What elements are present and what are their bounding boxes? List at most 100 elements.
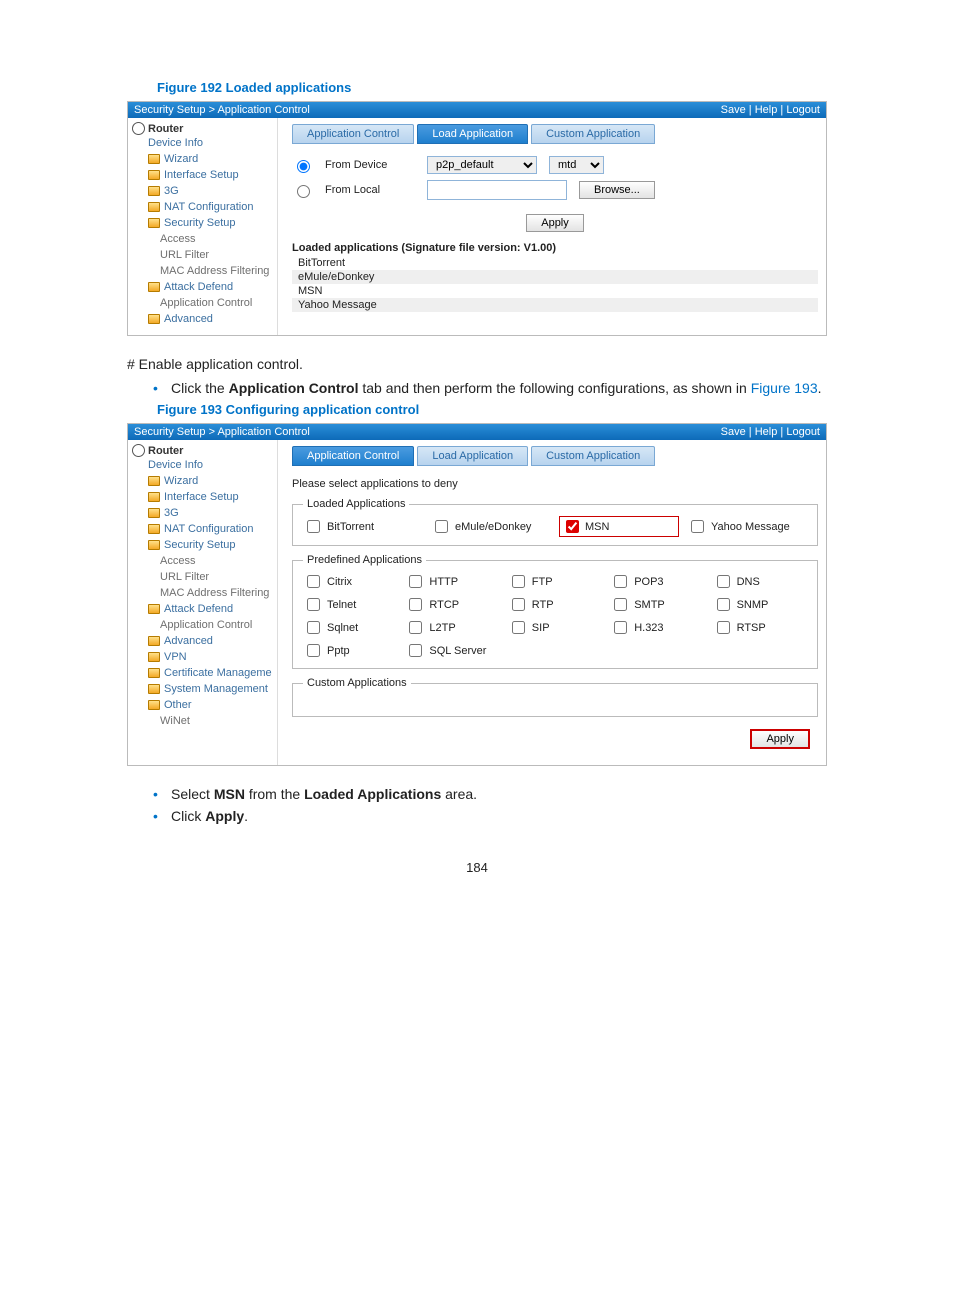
- tab-application-control[interactable]: Application Control: [292, 124, 414, 144]
- nav-label: Attack Defend: [164, 603, 233, 615]
- checkbox[interactable]: [307, 598, 320, 611]
- nav-item[interactable]: Attack Defend: [132, 279, 277, 295]
- nav-item[interactable]: NAT Configuration: [132, 521, 277, 537]
- chk-emule[interactable]: eMule/eDonkey: [431, 516, 551, 537]
- local-path-input[interactable]: [427, 180, 567, 200]
- checkbox[interactable]: [614, 598, 627, 611]
- chk-h323[interactable]: H.323: [610, 618, 704, 637]
- nav-item[interactable]: Other: [132, 697, 277, 713]
- apply-button-highlight[interactable]: Apply: [750, 729, 810, 749]
- nav-sub-item[interactable]: Application Control: [132, 617, 277, 633]
- chk-snmp[interactable]: SNMP: [713, 595, 807, 614]
- nav-item[interactable]: Security Setup: [132, 215, 277, 231]
- nav-sub-item[interactable]: URL Filter: [132, 569, 277, 585]
- nav-item[interactable]: Certificate Manageme: [132, 665, 277, 681]
- checkbox[interactable]: [409, 644, 422, 657]
- instruction-bullet: Click Apply.: [153, 808, 827, 824]
- logout-link[interactable]: Logout: [786, 426, 820, 438]
- chk-ftp[interactable]: FTP: [508, 572, 602, 591]
- nav-sub-item[interactable]: Access: [132, 553, 277, 569]
- checkbox[interactable]: [614, 621, 627, 634]
- save-link[interactable]: Save: [721, 426, 746, 438]
- tab-application-control[interactable]: Application Control: [292, 446, 414, 466]
- chk-msn-highlight[interactable]: MSN: [559, 516, 679, 537]
- checkbox[interactable]: [307, 575, 320, 588]
- chk-smtp[interactable]: SMTP: [610, 595, 704, 614]
- chk-http[interactable]: HTTP: [405, 572, 499, 591]
- checkbox[interactable]: [717, 598, 730, 611]
- signature-select[interactable]: p2p_default: [427, 156, 537, 174]
- tab-custom-application[interactable]: Custom Application: [531, 124, 655, 144]
- nav-item[interactable]: Interface Setup: [132, 489, 277, 505]
- nav-item[interactable]: NAT Configuration: [132, 199, 277, 215]
- nav-root[interactable]: Router: [132, 122, 277, 135]
- figure-193-link[interactable]: Figure 193: [751, 380, 818, 396]
- checkbox[interactable]: [307, 520, 320, 533]
- apply-button[interactable]: Apply: [526, 214, 584, 232]
- nav-item[interactable]: Device Info: [132, 135, 277, 151]
- chk-pop3[interactable]: POP3: [610, 572, 704, 591]
- checkbox[interactable]: [512, 575, 525, 588]
- nav-item[interactable]: Wizard: [132, 473, 277, 489]
- help-link[interactable]: Help: [755, 426, 778, 438]
- tab-custom-application[interactable]: Custom Application: [531, 446, 655, 466]
- checkbox[interactable]: [717, 575, 730, 588]
- chk-yahoo[interactable]: Yahoo Message: [687, 516, 807, 537]
- tab-load-application[interactable]: Load Application: [417, 446, 528, 466]
- nav-sub-item[interactable]: MAC Address Filtering: [132, 263, 277, 279]
- nav-root[interactable]: Router: [132, 444, 277, 457]
- tab-load-application[interactable]: Load Application: [417, 124, 528, 144]
- from-device-label: From Device: [325, 159, 415, 171]
- chk-sip[interactable]: SIP: [508, 618, 602, 637]
- checkbox[interactable]: [717, 621, 730, 634]
- nav-item[interactable]: Security Setup: [132, 537, 277, 553]
- nav-tree: Router Device Info Wizard Interface Setu…: [128, 440, 278, 765]
- nav-item[interactable]: Interface Setup: [132, 167, 277, 183]
- chk-rtp[interactable]: RTP: [508, 595, 602, 614]
- nav-item[interactable]: Device Info: [132, 457, 277, 473]
- chk-sqlserver[interactable]: SQL Server: [405, 641, 499, 660]
- nav-item[interactable]: Attack Defend: [132, 601, 277, 617]
- chk-rtsp[interactable]: RTSP: [713, 618, 807, 637]
- from-local-radio[interactable]: [297, 185, 310, 198]
- nav-item[interactable]: Advanced: [132, 311, 277, 327]
- chk-l2tp[interactable]: L2TP: [405, 618, 499, 637]
- chk-pptp[interactable]: Pptp: [303, 641, 397, 660]
- nav-item[interactable]: 3G: [132, 505, 277, 521]
- nav-sub-item[interactable]: Application Control: [132, 295, 277, 311]
- nav-item[interactable]: 3G: [132, 183, 277, 199]
- ext-select[interactable]: mtd: [549, 156, 604, 174]
- figure-193-caption: Figure 193 Configuring application contr…: [157, 402, 827, 417]
- chk-telnet[interactable]: Telnet: [303, 595, 397, 614]
- nav-sub-item[interactable]: MAC Address Filtering: [132, 585, 277, 601]
- checkbox[interactable]: [566, 520, 579, 533]
- checkbox[interactable]: [614, 575, 627, 588]
- checkbox[interactable]: [435, 520, 448, 533]
- chk-label: Yahoo Message: [711, 521, 790, 533]
- from-device-radio[interactable]: [297, 160, 310, 173]
- checkbox[interactable]: [512, 621, 525, 634]
- checkbox[interactable]: [512, 598, 525, 611]
- chk-rtcp[interactable]: RTCP: [405, 595, 499, 614]
- chk-citrix[interactable]: Citrix: [303, 572, 397, 591]
- save-link[interactable]: Save: [721, 104, 746, 116]
- nav-item[interactable]: VPN: [132, 649, 277, 665]
- nav-item[interactable]: System Management: [132, 681, 277, 697]
- browse-button[interactable]: Browse...: [579, 181, 655, 199]
- nav-item[interactable]: Wizard: [132, 151, 277, 167]
- checkbox[interactable]: [691, 520, 704, 533]
- nav-sub-item[interactable]: Access: [132, 231, 277, 247]
- checkbox[interactable]: [307, 621, 320, 634]
- checkbox[interactable]: [409, 575, 422, 588]
- checkbox[interactable]: [307, 644, 320, 657]
- checkbox[interactable]: [409, 598, 422, 611]
- checkbox[interactable]: [409, 621, 422, 634]
- chk-dns[interactable]: DNS: [713, 572, 807, 591]
- chk-bittorrent[interactable]: BitTorrent: [303, 516, 423, 537]
- chk-sqlnet[interactable]: Sqlnet: [303, 618, 397, 637]
- help-link[interactable]: Help: [755, 104, 778, 116]
- logout-link[interactable]: Logout: [786, 104, 820, 116]
- nav-item[interactable]: Advanced: [132, 633, 277, 649]
- nav-sub-item[interactable]: URL Filter: [132, 247, 277, 263]
- nav-sub-item[interactable]: WiNet: [132, 713, 277, 729]
